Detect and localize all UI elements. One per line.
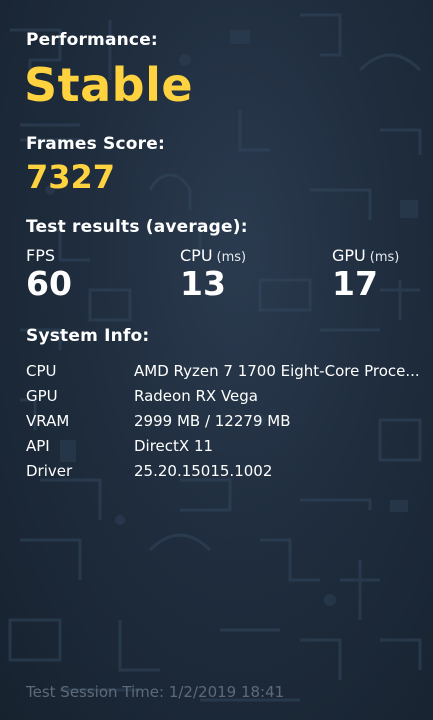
session-time: Test Session Time: 1/2/2019 18:41 xyxy=(26,683,285,701)
test-results-label: Test results (average): xyxy=(26,217,248,237)
frames-score-value: 7327 xyxy=(26,158,116,196)
system-info-row-api: API DirectX 11 xyxy=(26,433,432,458)
system-info-key: API xyxy=(26,436,50,455)
system-info-row-driver: Driver 25.20.15015.1002 xyxy=(26,458,432,483)
system-info-row-cpu: CPU AMD Ryzen 7 1700 Eight-Core Proce... xyxy=(26,358,432,383)
cpu-unit: (ms) xyxy=(216,250,247,265)
system-info-table: CPU AMD Ryzen 7 1700 Eight-Core Proce...… xyxy=(26,358,432,483)
system-info-row-vram: VRAM 2999 MB / 12279 MB xyxy=(26,408,432,433)
system-info-key: Driver xyxy=(26,461,73,480)
system-info-value: 25.20.15015.1002 xyxy=(134,461,273,480)
benchmark-results-panel: Performance: Stable Frames Score: 7327 T… xyxy=(0,0,433,720)
gpu-metric: GPU (ms) 17 xyxy=(332,246,399,302)
fps-metric: FPS 60 xyxy=(26,246,72,302)
system-info-value: DirectX 11 xyxy=(134,436,214,455)
cpu-label: CPU xyxy=(180,246,213,265)
gpu-unit: (ms) xyxy=(369,250,400,265)
frames-score-label: Frames Score: xyxy=(26,134,165,154)
performance-label: Performance: xyxy=(26,30,158,50)
cpu-value: 13 xyxy=(180,264,226,303)
gpu-label: GPU xyxy=(332,246,366,265)
performance-value: Stable xyxy=(24,58,194,112)
system-info-value: AMD Ryzen 7 1700 Eight-Core Proce... xyxy=(134,361,420,380)
gpu-value: 17 xyxy=(332,264,378,303)
system-info-key: GPU xyxy=(26,386,58,405)
system-info-label: System Info: xyxy=(26,326,150,346)
system-info-value: 2999 MB / 12279 MB xyxy=(134,411,291,430)
cpu-metric: CPU (ms) 13 xyxy=(180,246,246,302)
system-info-row-gpu: GPU Radeon RX Vega xyxy=(26,383,432,408)
fps-label: FPS xyxy=(26,246,56,265)
system-info-key: VRAM xyxy=(26,411,70,430)
system-info-value: Radeon RX Vega xyxy=(134,386,258,405)
fps-value: 60 xyxy=(26,264,72,303)
system-info-key: CPU xyxy=(26,361,57,380)
